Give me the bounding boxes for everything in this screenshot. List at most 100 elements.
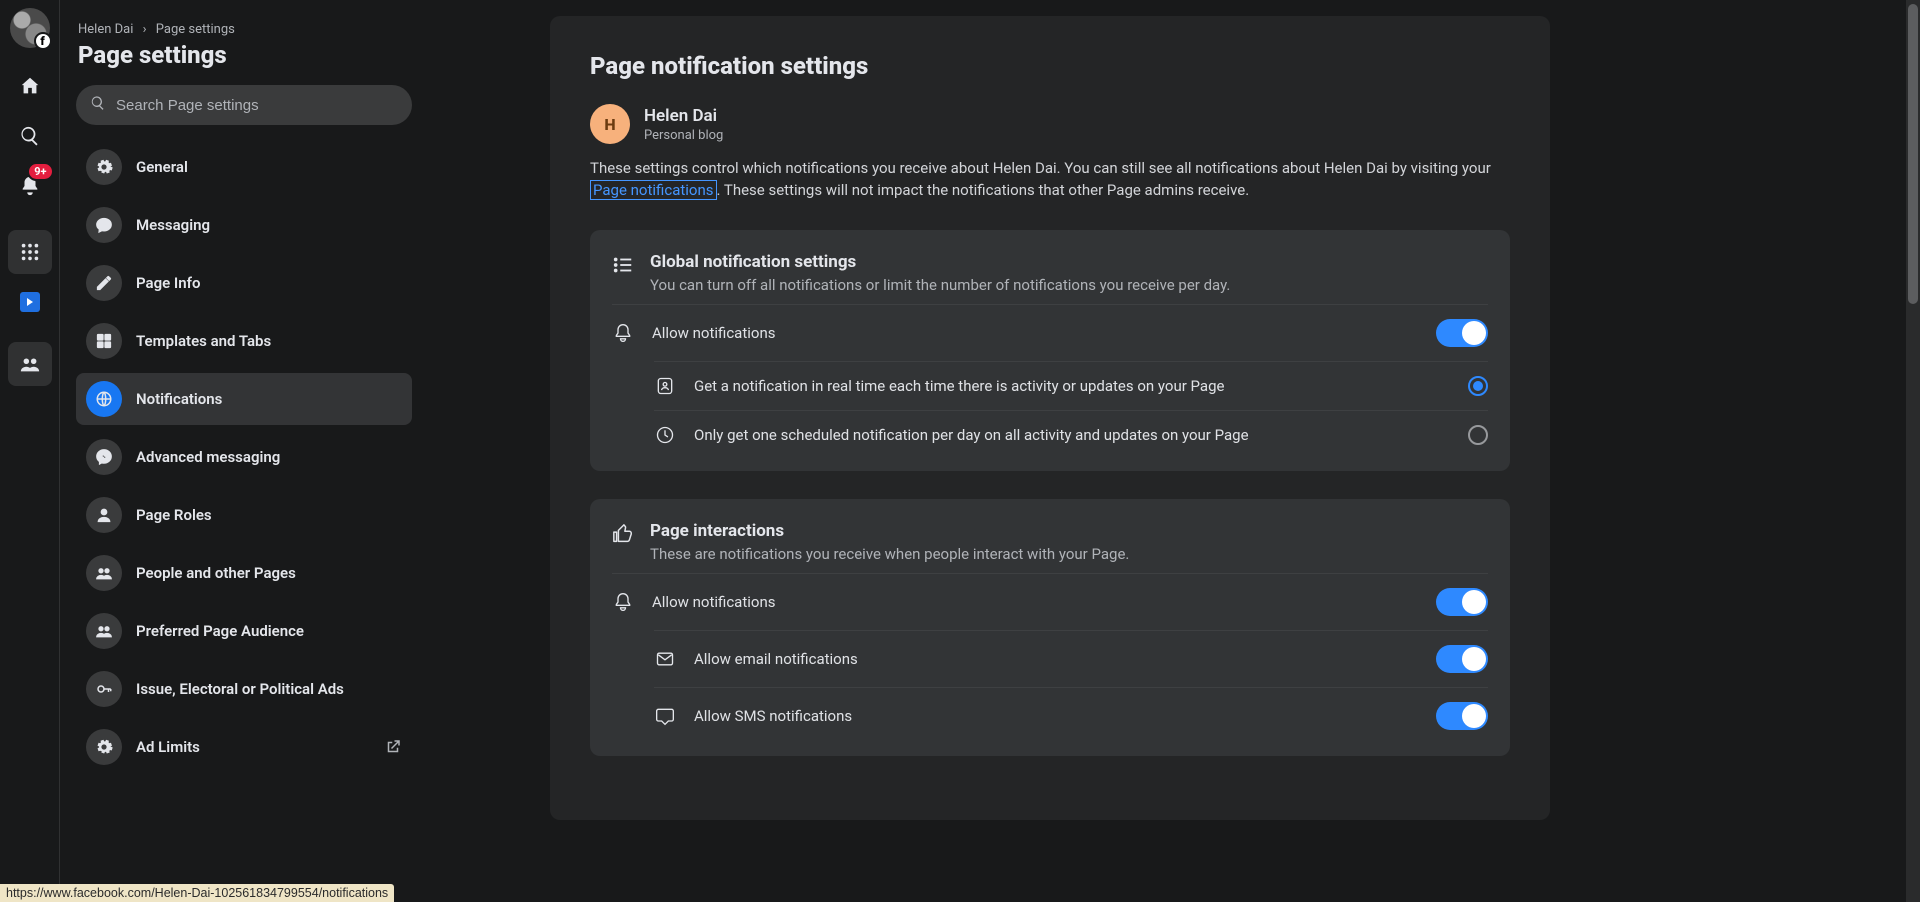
gear-icon	[86, 729, 122, 765]
home-icon[interactable]	[8, 64, 52, 108]
allow-notifications-toggle[interactable]	[1436, 319, 1488, 347]
sidebar-item-label: Ad Limits	[136, 738, 200, 756]
list-settings-icon	[612, 252, 634, 280]
sidebar-item-audience[interactable]: Preferred Page Audience	[76, 605, 412, 657]
card-title: Global notification settings	[650, 252, 1230, 272]
interactions-allow-row: Allow notifications	[612, 573, 1488, 630]
sidebar-item-label: People and other Pages	[136, 564, 296, 582]
email-notifications-row: Allow email notifications	[654, 630, 1488, 687]
key-icon	[86, 671, 122, 707]
page-type: Personal blog	[644, 128, 723, 143]
sidebar-item-pageinfo[interactable]: Page Info	[76, 257, 412, 309]
notifications-count-badge: 9+	[27, 162, 53, 181]
daily-option-label: Only get one scheduled notification per …	[694, 426, 1450, 444]
email-notifications-label: Allow email notifications	[694, 650, 1418, 668]
description-post: . These settings will not impact the not…	[717, 181, 1250, 199]
pencil-icon	[86, 265, 122, 301]
facebook-badge-icon: f	[34, 32, 52, 50]
sidebar-item-label: Preferred Page Audience	[136, 622, 304, 640]
email-notifications-toggle[interactable]	[1436, 645, 1488, 673]
description-pre: These settings control which notificatio…	[590, 159, 1491, 177]
allow-notifications-label: Allow notifications	[652, 324, 1418, 342]
sidebar-item-advmsg[interactable]: Advanced messaging	[76, 431, 412, 483]
main-panel: Page notification settings H Helen Dai P…	[550, 16, 1550, 820]
profile-row: H Helen Dai Personal blog	[590, 104, 1510, 144]
daily-radio[interactable]	[1468, 425, 1488, 445]
main-heading: Page notification settings	[590, 52, 1510, 80]
people-icon	[86, 613, 122, 649]
sidebar-item-messaging[interactable]: Messaging	[76, 199, 412, 251]
realtime-radio[interactable]	[1468, 376, 1488, 396]
page-interactions-card: Page interactions These are notification…	[590, 499, 1510, 756]
description-text: These settings control which notificatio…	[590, 158, 1510, 202]
people-icon	[86, 555, 122, 591]
interactions-allow-label: Allow notifications	[652, 593, 1418, 611]
sidebar-item-label: Notifications	[136, 390, 222, 408]
sidebar-item-label: Page Roles	[136, 506, 212, 524]
page-name: Helen Dai	[644, 106, 723, 126]
thumbs-up-icon	[612, 521, 634, 549]
sidebar-item-roles[interactable]: Page Roles	[76, 489, 412, 541]
mail-icon	[654, 649, 676, 669]
settings-sidebar: Helen Dai › Page settings Page settings …	[60, 0, 420, 902]
search-input-wrap[interactable]	[76, 85, 412, 125]
page-notifications-link[interactable]: Page notifications	[590, 180, 717, 200]
sms-icon	[654, 706, 676, 726]
search-icon[interactable]	[8, 114, 52, 158]
grid4-icon	[86, 323, 122, 359]
realtime-option-label: Get a notification in real time each tim…	[694, 377, 1450, 395]
gear-icon	[86, 149, 122, 185]
card-title: Page interactions	[650, 521, 1129, 541]
notifications-bell-icon[interactable]: 9+	[8, 164, 52, 208]
sidebar-item-adlimits[interactable]: Ad Limits	[76, 721, 412, 773]
realtime-option-row[interactable]: Get a notification in real time each tim…	[654, 361, 1488, 410]
scrollbar-thumb[interactable]	[1908, 4, 1918, 304]
allow-notifications-row: Allow notifications	[612, 304, 1488, 361]
interactions-allow-toggle[interactable]	[1436, 588, 1488, 616]
breadcrumb: Helen Dai › Page settings	[78, 22, 412, 37]
groups-icon[interactable]	[8, 342, 52, 386]
search-input[interactable]	[116, 97, 398, 114]
apps-grid-icon[interactable]	[8, 230, 52, 274]
breadcrumb-separator: ›	[143, 22, 147, 37]
global-notifications-card: Global notification settings You can tur…	[590, 230, 1510, 471]
bell-icon	[612, 323, 634, 343]
sms-notifications-toggle[interactable]	[1436, 702, 1488, 730]
settings-nav: General Messaging Page Info Templates and T…	[76, 141, 412, 773]
breadcrumb-person[interactable]: Helen Dai	[78, 22, 133, 37]
search-icon	[90, 95, 106, 115]
chat-icon	[86, 207, 122, 243]
card-subtitle: These are notifications you receive when…	[650, 545, 1129, 563]
main-area: Page notification settings H Helen Dai P…	[420, 0, 1920, 902]
sidebar-item-general[interactable]: General	[76, 141, 412, 193]
globe-icon	[86, 381, 122, 417]
profile-avatar[interactable]: f	[10, 8, 50, 48]
badge-id-icon	[654, 376, 676, 396]
external-link-icon	[384, 738, 402, 756]
breadcrumb-current: Page settings	[156, 22, 235, 37]
sidebar-item-label: General	[136, 158, 188, 176]
video-tile-icon[interactable]	[8, 280, 52, 324]
person-icon	[86, 497, 122, 533]
sidebar-item-label: Page Info	[136, 274, 200, 292]
sidebar-item-label: Issue, Electoral or Political Ads	[136, 680, 344, 698]
sidebar-item-issue[interactable]: Issue, Electoral or Political Ads	[76, 663, 412, 715]
messenger-icon	[86, 439, 122, 475]
sidebar-item-label: Messaging	[136, 216, 210, 234]
sidebar-item-label: Advanced messaging	[136, 448, 280, 466]
bell-icon	[612, 592, 634, 612]
sidebar-item-people[interactable]: People and other Pages	[76, 547, 412, 599]
page-title: Page settings	[78, 41, 412, 69]
sms-notifications-label: Allow SMS notifications	[694, 707, 1418, 725]
sidebar-item-templates[interactable]: Templates and Tabs	[76, 315, 412, 367]
sidebar-item-label: Templates and Tabs	[136, 332, 271, 350]
page-avatar: H	[590, 104, 630, 144]
sms-notifications-row: Allow SMS notifications	[654, 687, 1488, 744]
daily-option-row[interactable]: Only get one scheduled notification per …	[654, 410, 1488, 459]
clock-icon	[654, 425, 676, 445]
scrollbar[interactable]	[1906, 0, 1920, 902]
status-bar-url: https://www.facebook.com/Helen-Dai-10256…	[0, 884, 394, 902]
card-subtitle: You can turn off all notifications or li…	[650, 276, 1230, 294]
sidebar-item-notifications[interactable]: Notifications	[76, 373, 412, 425]
left-rail: f 9+	[0, 0, 60, 902]
